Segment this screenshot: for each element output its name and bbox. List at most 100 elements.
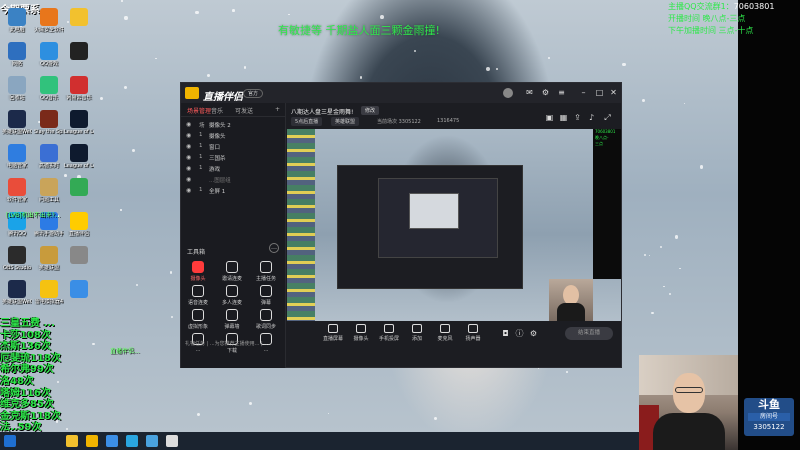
avatar[interactable]: [503, 88, 513, 98]
scene-tabs: 场景管理 音乐 可发送 +: [181, 103, 285, 117]
desktop-icon[interactable]: League of Legends: [64, 144, 94, 169]
eye-icon[interactable]: ◉: [186, 165, 191, 172]
control-icon: [384, 324, 394, 333]
qq-info-overlay: 主播QQ交流群1：70603801 开播时间 晚八点-三点 下午加播时间 三点-十点: [668, 1, 800, 37]
add-scene-icon[interactable]: +: [275, 106, 280, 113]
tool-icon: [192, 285, 204, 297]
app-icon: [40, 280, 58, 298]
app-icon: [40, 144, 58, 162]
preview-webcam-body: [557, 303, 585, 321]
desktop-icon[interactable]: 雷电模拟器4: [34, 280, 64, 305]
stream-preview[interactable]: 70603801 晚八点- 三点: [287, 129, 621, 321]
taskbar-app-icon[interactable]: [86, 435, 98, 447]
category-chip-1[interactable]: 5点后直播: [291, 117, 323, 126]
follower-count: 1316475: [437, 118, 460, 124]
taskbar-app-icon[interactable]: [126, 435, 138, 447]
mail-icon[interactable]: ✉: [525, 88, 534, 97]
bell-icon[interactable]: ♪: [587, 113, 596, 122]
tool-button[interactable]: 主播任务: [251, 261, 281, 282]
maximize-icon[interactable]: □: [595, 88, 604, 97]
tool-button[interactable]: 弹幕墙: [217, 309, 247, 330]
tool-button[interactable]: 多人连麦: [217, 285, 247, 306]
settings-icon[interactable]: ⚙: [541, 88, 550, 97]
snowflake: [659, 245, 663, 248]
desktop-icon[interactable]: [64, 246, 94, 265]
eye-icon[interactable]: ◉: [186, 187, 191, 194]
scene-item[interactable]: ◉ 1 窗口: [181, 141, 285, 152]
eye-icon[interactable]: ◉: [186, 143, 191, 150]
tool-button[interactable]: 虚拟形象: [183, 309, 213, 330]
tool-button[interactable]: 语音连麦: [183, 285, 213, 306]
desktop-icon[interactable]: [64, 178, 94, 197]
save-icon[interactable]: ▣: [545, 113, 554, 122]
scene-item[interactable]: ◉ ...图层组: [181, 174, 285, 185]
desktop-icon[interactable]: 英雄联盟WeGame版: [2, 110, 32, 135]
taskbar-app-icon[interactable]: [166, 435, 178, 447]
desktop-icon[interactable]: 软件管家: [2, 178, 32, 203]
taskbar-app-icon[interactable]: [106, 435, 118, 447]
scene-item[interactable]: ◉ 1 摄像头: [181, 130, 285, 141]
desktop-icon[interactable]: 网络: [2, 42, 32, 67]
snowflake: [565, 370, 568, 373]
eye-icon[interactable]: ◉: [186, 154, 191, 161]
tool-button[interactable]: 弹幕: [251, 285, 281, 306]
grid-icon[interactable]: ▦: [559, 113, 568, 122]
eye-icon[interactable]: ◉: [186, 176, 191, 183]
desktop-icon[interactable]: 此电脑: [2, 8, 32, 33]
share-icon[interactable]: ⇪: [573, 113, 582, 122]
edit-title-button[interactable]: 修改: [361, 106, 380, 115]
taskbar-app-icon[interactable]: [146, 435, 158, 447]
scene-item[interactable]: ◉ 1 游戏: [181, 163, 285, 174]
tab-1[interactable]: 音乐: [211, 106, 223, 115]
eye-icon[interactable]: ◉: [186, 132, 191, 139]
nested-preview-window: [337, 165, 523, 289]
desktop-icon[interactable]: [64, 8, 94, 27]
snowflake: [124, 16, 128, 20]
tool-button[interactable]: 邀请连麦: [217, 261, 247, 282]
desktop-icon[interactable]: 直播伴侣: [64, 212, 94, 237]
tool-button[interactable]: 歌词同步: [251, 309, 281, 330]
room-title[interactable]: 八期达人盘三星金雨舞!: [291, 107, 353, 116]
minimize-icon[interactable]: –: [579, 88, 588, 97]
snowflake: [648, 254, 650, 256]
desktop-icon[interactable]: [64, 280, 94, 299]
desktop-icon[interactable]: 英雄联盟: [34, 246, 64, 271]
snowflake: [63, 174, 67, 178]
desktop-icon[interactable]: 问题工具: [34, 178, 64, 203]
snowflake: [169, 271, 173, 274]
desktop-icon[interactable]: QQ游戏: [34, 42, 64, 67]
eye-icon[interactable]: ◉: [186, 121, 191, 128]
desktop-icon[interactable]: League of Legends: [64, 110, 94, 135]
app-logo-icon: [185, 87, 199, 99]
scene-item[interactable]: ◉ 1 三国杀: [181, 152, 285, 163]
desktop-icon[interactable]: 网易云音乐: [64, 76, 94, 101]
desktop-icon[interactable]: OBS Studio: [2, 246, 32, 271]
expand-icon[interactable]: ⤢: [603, 113, 612, 122]
snowflake: [643, 253, 647, 257]
toolbox-more-icon[interactable]: …: [269, 243, 279, 253]
desktop-icon[interactable]: Slay the Spire: [34, 110, 64, 135]
category-chip-2[interactable]: 英雄联盟: [331, 117, 360, 126]
snowflake: [641, 99, 645, 103]
close-icon[interactable]: ✕: [609, 88, 618, 97]
desktop-icon[interactable]: 英雄联盟WeGame版: [2, 280, 32, 305]
scene-item[interactable]: ◉ 场摄像头 2: [181, 119, 285, 130]
preview-webcam: [549, 279, 593, 321]
desktop-icon[interactable]: 高德实时: [34, 144, 64, 169]
desktop-icon[interactable]: QQ音乐: [34, 76, 64, 101]
desktop-icon[interactable]: 电脑管家: [2, 144, 32, 169]
app-icon: [40, 76, 58, 94]
scene-list: ◉ 场摄像头 2 ◉ 1 摄像头 ◉ 1 窗口 ◉ 1 三国杀 ◉ 1 游戏 ◉ ...图层组 ◉ 1 全屏 1: [181, 117, 285, 196]
tab-2[interactable]: 可发送: [235, 106, 253, 115]
snowflake: [155, 57, 157, 60]
desktop-icon[interactable]: 回收站: [2, 76, 32, 101]
desktop-icon[interactable]: 火绒安全软件: [34, 8, 64, 33]
scene-item[interactable]: ◉ 1 全屏 1: [181, 185, 285, 196]
tab-0[interactable]: 场景管理: [187, 106, 211, 115]
snowflake: [679, 267, 681, 269]
tool-button[interactable]: 摄像头: [183, 261, 213, 282]
menu-icon[interactable]: ≡: [557, 88, 566, 97]
start-icon[interactable]: [4, 435, 16, 447]
taskbar-app-icon[interactable]: [66, 435, 78, 447]
desktop-icon[interactable]: [64, 42, 94, 61]
